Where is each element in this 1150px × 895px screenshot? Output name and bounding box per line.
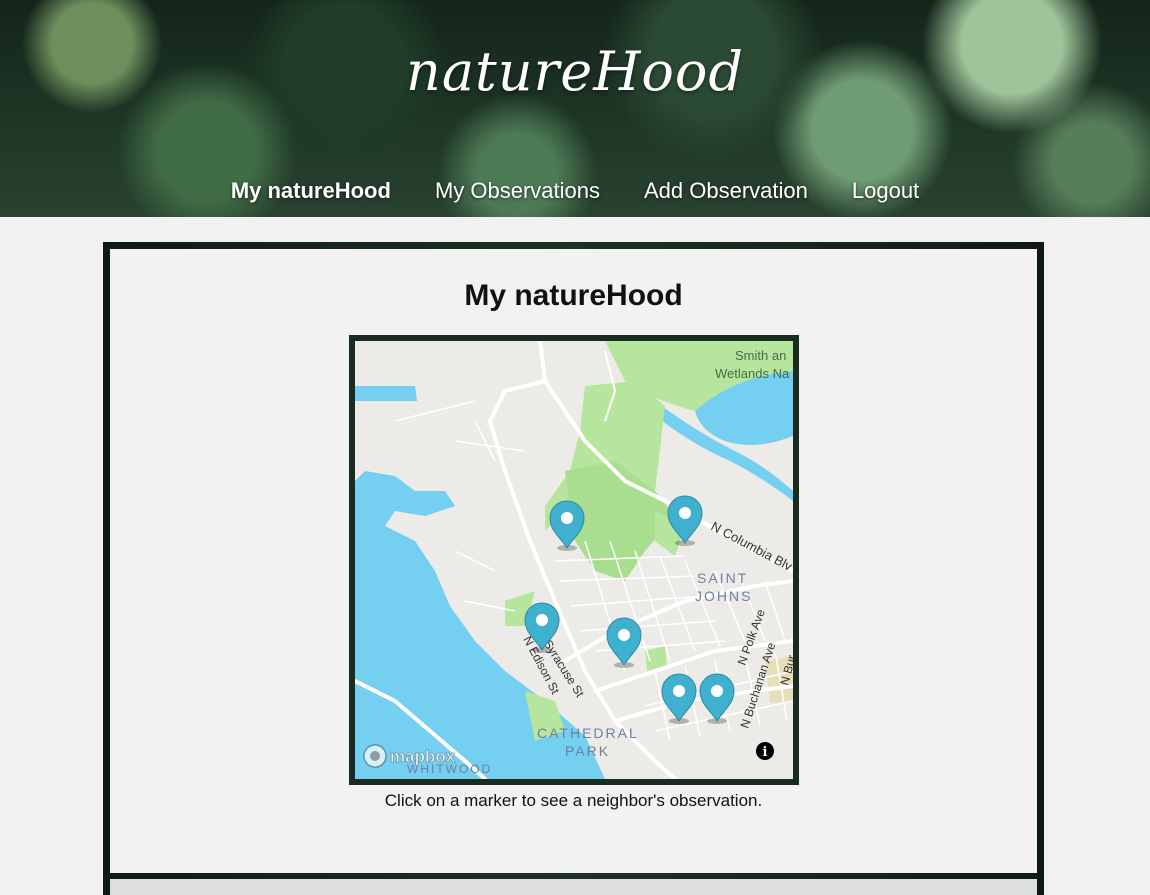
map-caption: Click on a marker to see a neighbor's ob… (384, 791, 763, 810)
nav-logout[interactable]: Logout (852, 172, 919, 212)
nav-my-naturehood[interactable]: My natureHood (231, 172, 391, 212)
nav-add-observation[interactable]: Add Observation (644, 172, 808, 212)
nav-my-observations[interactable]: My Observations (435, 172, 600, 212)
mapbox-wordmark: mapbox (390, 747, 456, 766)
label-cathedral: CATHEDRAL (537, 725, 639, 741)
header-banner: natureHood My natureHood My Observations… (0, 0, 1150, 217)
water-inlet (355, 386, 417, 401)
label-johns: JOHNS (695, 588, 752, 604)
mapbox-logo[interactable]: mapbox (363, 744, 456, 768)
content-card: My natureHood Smith an Wetlands Na N Col… (110, 249, 1037, 873)
label-wetlands-1: Smith an (735, 348, 786, 363)
main-nav: My natureHood My Observations Add Observ… (0, 172, 1150, 212)
map-frame: Smith an Wetlands Na N Columbia Blv SAIN… (349, 335, 799, 785)
page-title: My natureHood (464, 279, 683, 312)
attribution-info-icon[interactable]: i (756, 742, 774, 760)
site-logo[interactable]: natureHood (0, 40, 1150, 103)
map-canvas[interactable]: Smith an Wetlands Na N Columbia Blv SAIN… (355, 341, 793, 779)
content-frame: My natureHood Smith an Wetlands Na N Col… (103, 242, 1044, 895)
info-glyph: i (763, 745, 768, 760)
neighborhood-map[interactable]: Smith an Wetlands Na N Columbia Blv SAIN… (355, 341, 793, 779)
label-saint: SAINT (697, 570, 748, 586)
label-park: PARK (565, 743, 610, 759)
next-section-edge (110, 879, 1037, 895)
label-wetlands-2: Wetlands Na (715, 366, 790, 381)
